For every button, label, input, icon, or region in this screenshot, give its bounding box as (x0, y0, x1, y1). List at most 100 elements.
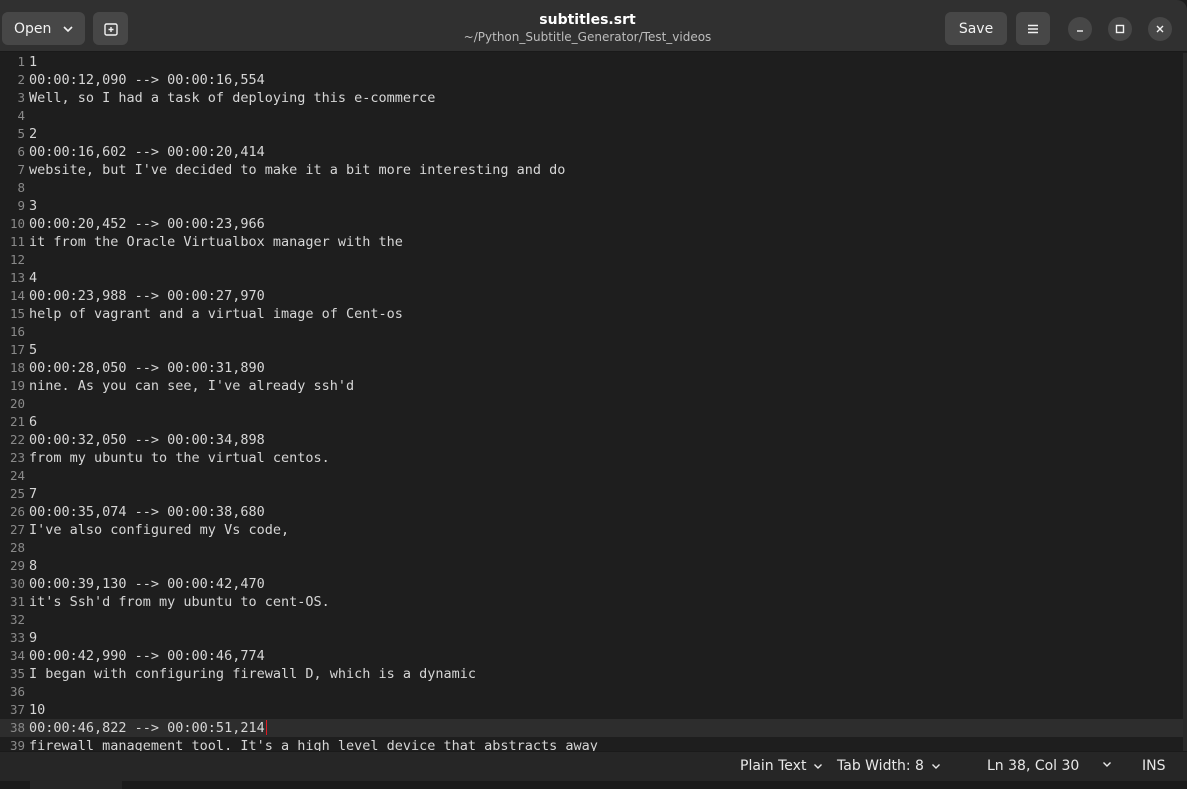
editor-line[interactable]: 30 00:00:39,130 --> 00:00:42,470 (0, 575, 1183, 593)
status-bar: Plain Text Tab Width: 8 Ln 38, Col 30 IN… (0, 751, 1187, 781)
editor-line[interactable]: 35 I began with configuring firewall D, w… (0, 665, 1183, 683)
line-number: 2 (17, 72, 25, 87)
minimize-icon (1077, 30, 1083, 32)
line-number: 6 (17, 144, 25, 159)
line-text: 00:00:32,050 --> 00:00:34,898 (29, 432, 265, 448)
editor-line[interactable]: 23 from my ubuntu to the virtual centos. (0, 449, 1183, 467)
line-number: 29 (9, 558, 25, 573)
line-number: 9 (17, 198, 25, 213)
editor-line[interactable]: 29 8 (0, 557, 1183, 575)
editor-line[interactable]: 38 00:00:46,822 --> 00:00:51,214 (0, 719, 1183, 737)
chevron-down-icon (63, 25, 73, 32)
go-to-line-dropdown[interactable] (1101, 758, 1113, 770)
line-number: 25 (9, 486, 25, 501)
line-number: 28 (9, 540, 25, 555)
editor-line[interactable]: 37 10 (0, 701, 1183, 719)
line-number: 31 (9, 594, 25, 609)
line-number: 8 (17, 180, 25, 195)
open-button-label: Open (14, 20, 52, 37)
editor-line[interactable]: 8 (0, 179, 1183, 197)
editor-line[interactable]: 13 4 (0, 269, 1183, 287)
line-text: 8 (29, 558, 38, 574)
editor-line[interactable]: 15 help of vagrant and a virtual image of… (0, 305, 1183, 323)
line-text: from my ubuntu to the virtual centos. (29, 450, 330, 466)
editor-line[interactable]: 3 Well, so I had a task of deploying this… (0, 89, 1183, 107)
line-text: 00:00:20,452 --> 00:00:23,966 (29, 216, 265, 232)
tab-width-selector[interactable]: Tab Width: 8 (837, 758, 942, 774)
vertical-scrollbar[interactable] (1183, 53, 1187, 751)
editor-line[interactable]: 11 it from the Oracle Virtualbox manager … (0, 233, 1183, 251)
chevron-down-icon (931, 764, 940, 769)
editor-line[interactable]: 11 (0, 53, 1183, 71)
new-tab-button[interactable] (93, 12, 128, 45)
editor-line[interactable]: 28 (0, 539, 1183, 557)
editor-line[interactable]: 39 firewall management tool. It's a high … (0, 737, 1183, 751)
line-number: 5 (17, 126, 25, 141)
editor-line[interactable]: 12 (0, 251, 1183, 269)
editor-line[interactable]: 18 00:00:28,050 --> 00:00:31,890 (0, 359, 1183, 377)
editor-line[interactable]: 27 I've also configured my Vs code, (0, 521, 1183, 539)
hamburger-menu-icon (1028, 24, 1038, 33)
insert-mode-indicator[interactable]: INS (1142, 758, 1166, 774)
save-button[interactable]: Save (945, 12, 1007, 45)
editor-line[interactable]: 22 00:00:32,050 --> 00:00:34,898 (0, 431, 1183, 449)
maximize-button[interactable] (1108, 17, 1132, 41)
line-text: website, but I've decided to make it a b… (29, 162, 566, 178)
line-number: 24 (9, 468, 25, 483)
editor-line[interactable]: 16 (0, 323, 1183, 341)
chevron-down-icon (1103, 762, 1111, 767)
line-text: 1 (29, 54, 38, 70)
open-button[interactable]: Open (2, 12, 85, 45)
line-number: 14 (9, 288, 25, 303)
editor-line[interactable]: 36 (0, 683, 1183, 701)
editor-line[interactable]: 31 it's Ssh'd from my ubuntu to cent-OS. (0, 593, 1183, 611)
line-text: 7 (29, 486, 38, 502)
document-title: subtitles.srt (539, 12, 636, 28)
line-number: 35 (9, 666, 25, 681)
line-text: 5 (29, 342, 38, 358)
line-number: 23 (9, 450, 25, 465)
desktop-strip (0, 781, 1187, 789)
line-number: 17 (9, 342, 25, 357)
line-number: 7 (17, 162, 25, 177)
close-icon (1156, 25, 1164, 33)
close-button[interactable] (1148, 17, 1172, 41)
line-number: 32 (9, 612, 25, 627)
editor-line[interactable]: 10 00:00:20,452 --> 00:00:23,966 (0, 215, 1183, 233)
editor-line[interactable]: 7 website, but I've decided to make it a … (0, 161, 1183, 179)
editor-line[interactable]: 93 (0, 197, 1183, 215)
line-number: 3 (17, 90, 25, 105)
line-number: 22 (9, 432, 25, 447)
editor-line[interactable]: 19 nine. As you can see, I've already ssh… (0, 377, 1183, 395)
editor-line[interactable]: 17 5 (0, 341, 1183, 359)
line-number: 26 (9, 504, 25, 519)
editor-line[interactable]: 52 (0, 125, 1183, 143)
editor-line[interactable]: 20 (0, 395, 1183, 413)
line-number: 37 (9, 702, 25, 717)
line-number: 15 (9, 306, 25, 321)
line-text: 2 (29, 126, 38, 142)
cursor-position[interactable]: Ln 38, Col 30 (987, 758, 1079, 774)
editor-line[interactable]: 14 00:00:23,988 --> 00:00:27,970 (0, 287, 1183, 305)
line-number: 18 (9, 360, 25, 375)
editor-line[interactable]: 32 (0, 611, 1183, 629)
line-text: I began with configuring firewall D, whi… (29, 666, 477, 682)
line-text: firewall management tool. It's a high le… (29, 738, 598, 751)
line-text: 9 (29, 630, 38, 646)
editor-line[interactable]: 34 00:00:42,990 --> 00:00:46,774 (0, 647, 1183, 665)
main-menu-button[interactable] (1016, 12, 1050, 45)
minimize-button[interactable] (1068, 17, 1092, 41)
editor-line[interactable]: 21 6 (0, 413, 1183, 431)
editor-line[interactable]: 24 (0, 467, 1183, 485)
editor-line[interactable]: 25 7 (0, 485, 1183, 503)
text-editor-area[interactable]: 1 1 2 00:00:12,090 --> 00:00:16,554 3 Well, s… (0, 53, 1183, 751)
editor-line[interactable]: 26 00:00:35,074 --> 00:00:38,680 (0, 503, 1183, 521)
editor-line[interactable]: 33 9 (0, 629, 1183, 647)
language-selector[interactable]: Plain Text (740, 758, 824, 774)
text-editor-window: Open subtitles.srt ~/Python_Subtitle_Gen… (0, 0, 1187, 789)
editor-line[interactable]: 2 00:00:12,090 --> 00:00:16,554 (0, 71, 1183, 89)
line-number: 39 (9, 738, 25, 751)
line-text: help of vagrant and a virtual image of C… (29, 306, 403, 322)
editor-line[interactable]: 4 (0, 107, 1183, 125)
editor-line[interactable]: 6 00:00:16,602 --> 00:00:20,414 (0, 143, 1183, 161)
